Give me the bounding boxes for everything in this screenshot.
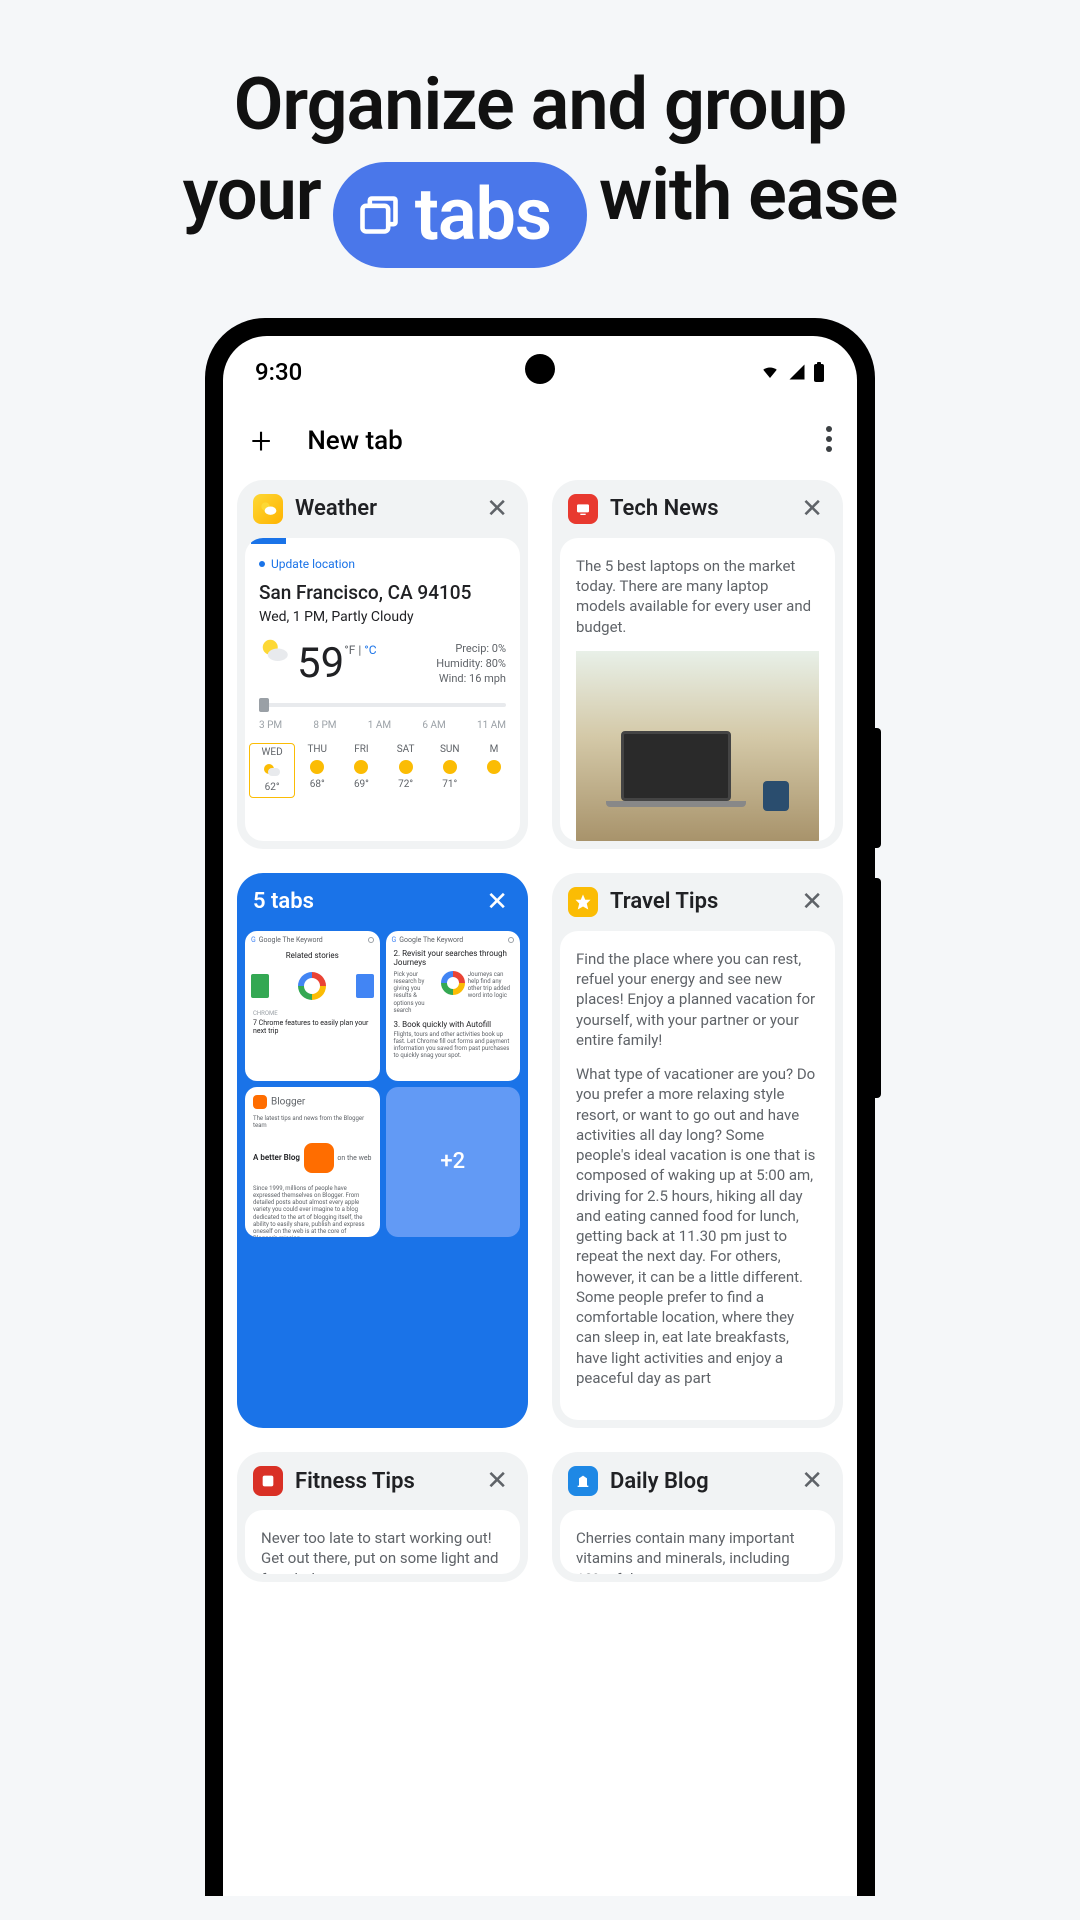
signal-icon (787, 363, 807, 381)
volume-button (875, 728, 881, 848)
tab-title: Daily Blog (610, 1469, 785, 1494)
weather-preview: Update location San Francisco, CA 94105 … (245, 538, 520, 841)
blog-text: Cherries contain many important vitamins… (576, 1528, 819, 1574)
blog-preview: Cherries contain many important vitamins… (560, 1510, 835, 1574)
tab-title: Travel Tips (610, 889, 785, 914)
more-menu-button[interactable] (825, 425, 833, 457)
phone-frame: 9:30 + New tab Weather ✕ (205, 318, 875, 1896)
partly-cloudy-icon (259, 636, 289, 666)
toolbar: + New tab (223, 398, 857, 480)
tech-text: The 5 best laptops on the market today. … (576, 556, 819, 637)
wifi-icon (759, 363, 781, 381)
travel-p1: Find the place where you can rest, refue… (576, 949, 819, 1050)
hero-line-2-pre: your (183, 150, 321, 240)
blog-icon (568, 1466, 598, 1496)
tech-icon (568, 494, 598, 524)
unit-f[interactable]: °F (344, 643, 355, 657)
travel-preview: Find the place where you can rest, refue… (560, 931, 835, 1420)
unit-c[interactable]: °C (364, 643, 376, 657)
hero-line-1: Organize and group (234, 60, 847, 150)
mini-tab[interactable]: G Google The Keyword Related stories CHR… (245, 931, 380, 1081)
tab-card-blog[interactable]: Daily Blog ✕ Cherries contain many impor… (552, 1452, 843, 1582)
close-icon[interactable]: ✕ (797, 887, 827, 917)
tabs-icon (357, 193, 401, 237)
travel-p2: What type of vacationer are you? Do you … (576, 1064, 819, 1388)
close-icon[interactable]: ✕ (482, 887, 512, 917)
laptop-image (576, 651, 819, 841)
more-tabs-indicator[interactable]: +2 (386, 1087, 521, 1237)
tabs-pill: tabs (333, 162, 587, 268)
weather-location: San Francisco, CA 94105 (245, 572, 520, 606)
status-bar: 9:30 (223, 336, 857, 398)
tab-card-weather[interactable]: Weather ✕ Update location San Francisco,… (237, 480, 528, 849)
weather-precip: Precip: 0% (436, 642, 506, 657)
close-icon[interactable]: ✕ (482, 1466, 512, 1496)
fitness-icon (253, 1466, 283, 1496)
tab-card-fitness[interactable]: Fitness Tips ✕ Never too late to start w… (237, 1452, 528, 1582)
update-location-link[interactable]: Update location (245, 556, 520, 572)
weather-temp: 59 (297, 636, 344, 693)
tab-title: Fitness Tips (295, 1469, 470, 1494)
hero-line-2-post: with ease (599, 150, 897, 240)
status-time: 9:30 (255, 358, 302, 386)
fitness-preview: Never too late to start working out! Get… (245, 1510, 520, 1574)
new-tab-button[interactable]: + (251, 420, 271, 462)
new-tab-label: New tab (307, 426, 825, 456)
travel-icon (568, 887, 598, 917)
weather-wind: Wind: 16 mph (436, 672, 506, 687)
battery-icon (813, 362, 825, 382)
tab-card-tech[interactable]: Tech News ✕ The 5 best laptops on the ma… (552, 480, 843, 849)
close-icon[interactable]: ✕ (797, 494, 827, 524)
close-icon[interactable]: ✕ (797, 1466, 827, 1496)
weather-time: Wed, 1 PM, Partly Cloudy (245, 606, 520, 637)
pill-label: tabs (415, 170, 551, 260)
tab-title: Weather (295, 496, 470, 521)
fitness-text: Never too late to start working out! Get… (261, 1528, 504, 1574)
weather-icon (253, 494, 283, 524)
power-button (875, 878, 881, 1098)
weather-hours: 3 PM8 PM1 AM6 AM11 AM (245, 711, 520, 737)
tech-preview: The 5 best laptops on the market today. … (560, 538, 835, 841)
weather-forecast: WED62° THU68° FRI69° SAT72° SUN71° M (245, 737, 520, 808)
mini-tab[interactable]: G Google The Keyword 2. Revisit your sea… (386, 931, 521, 1081)
group-title: 5 tabs (253, 889, 470, 914)
weather-humidity: Humidity: 80% (436, 657, 506, 672)
tab-card-travel[interactable]: Travel Tips ✕ Find the place where you c… (552, 873, 843, 1428)
hero-heading: Organize and group your tabs with ease (0, 0, 1080, 298)
mini-tab[interactable]: Blogger The latest tips and news from th… (245, 1087, 380, 1237)
tab-group-card[interactable]: 5 tabs ✕ G Google The Keyword Related st… (237, 873, 528, 1428)
tab-title: Tech News (610, 496, 785, 521)
close-icon[interactable]: ✕ (482, 494, 512, 524)
weather-slider[interactable] (259, 703, 506, 707)
